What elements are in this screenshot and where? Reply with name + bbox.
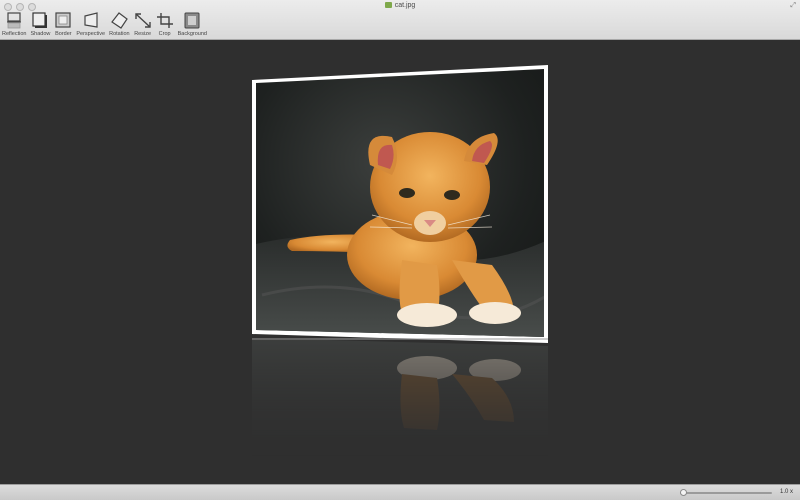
crop-tool-button[interactable]: Crop	[156, 12, 174, 37]
photo-reflection	[252, 338, 548, 478]
perspective-tool-label: Perspective	[76, 31, 106, 37]
image-canvas[interactable]	[0, 40, 800, 484]
zoom-value: 1.0 x	[780, 489, 794, 495]
kitten-photo	[252, 65, 548, 343]
crop-icon	[156, 13, 173, 28]
shadow-tool-button[interactable]: Shadow	[30, 12, 50, 37]
image-file-icon	[384, 2, 392, 8]
reflection-icon	[7, 12, 22, 29]
rotation-icon	[111, 12, 129, 29]
background-icon	[184, 12, 200, 29]
status-bar: 1.0 x	[0, 484, 800, 500]
border-icon	[55, 12, 71, 28]
toolbar: Reflection Shadow Border Perspective Rot…	[2, 12, 211, 37]
window-toolbar: cat.jpg ⤢ Reflection Shadow Border Persp…	[0, 0, 800, 40]
shadow-tool-label: Shadow	[30, 31, 51, 37]
fullscreen-icon[interactable]: ⤢	[790, 2, 796, 10]
shadow-icon	[32, 12, 48, 28]
perspective-tool-button[interactable]: Perspective	[76, 12, 105, 37]
resize-icon	[134, 13, 151, 28]
border-tool-label: Border	[55, 31, 72, 37]
perspective-icon	[84, 12, 98, 28]
crop-tool-label: Crop	[158, 31, 171, 37]
border-tool-button[interactable]: Border	[54, 12, 72, 37]
rotation-tool-label: Rotation	[109, 31, 130, 37]
zoom-slider-thumb[interactable]	[680, 489, 687, 496]
resize-tool-button[interactable]: Resize	[134, 12, 152, 37]
reflection-tool-label: Reflection	[2, 31, 27, 37]
background-tool-label: Background	[177, 31, 207, 37]
reflection-tool-button[interactable]: Reflection	[2, 12, 26, 37]
photo-preview[interactable]	[252, 65, 548, 343]
background-tool-button[interactable]: Background	[178, 12, 207, 37]
zoom-slider[interactable]	[680, 489, 772, 496]
resize-tool-label: Resize	[134, 31, 152, 37]
window-title-text: cat.jpg	[394, 2, 416, 9]
window-title: cat.jpg	[0, 2, 800, 10]
rotation-tool-button[interactable]: Rotation	[109, 12, 130, 37]
